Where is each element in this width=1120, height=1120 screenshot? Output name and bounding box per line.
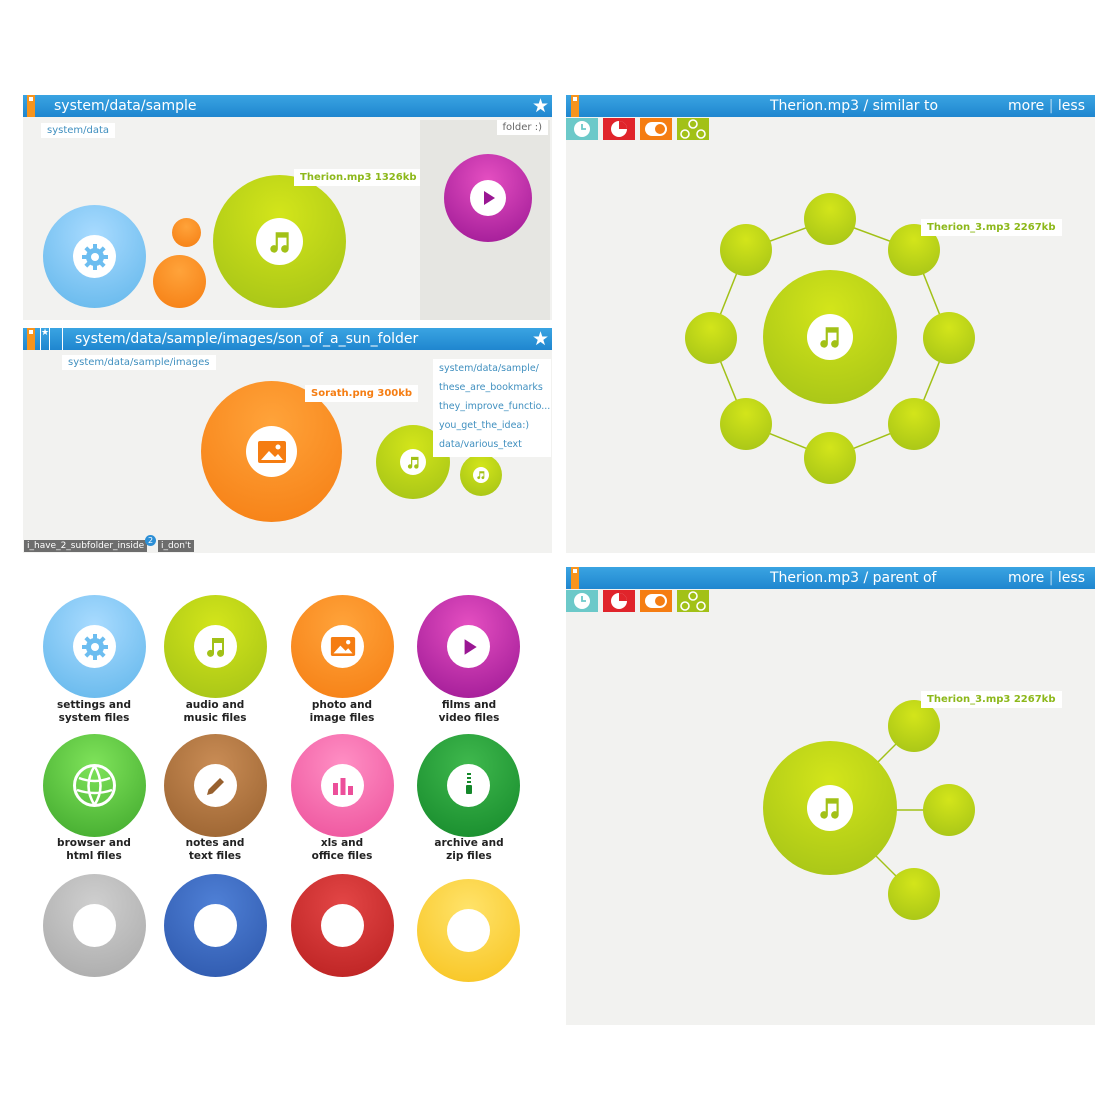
similar-node[interactable] xyxy=(804,432,856,484)
gear-icon xyxy=(73,235,116,278)
small-orange-bubble[interactable] xyxy=(172,218,201,247)
center-audio-bubble[interactable] xyxy=(763,741,897,875)
path-bar: ★ system/data/sample/images/son_of_a_sun… xyxy=(23,328,552,350)
bookmark-star-icon[interactable]: ★ xyxy=(532,329,549,349)
file-tooltip: Therion_3.mp3 2267kb xyxy=(921,219,1062,236)
music-note-icon xyxy=(807,785,853,831)
globe-icon xyxy=(73,764,116,807)
relation-panel-parent: Therion.mp3 / parent of more | less Ther… xyxy=(566,567,1095,1025)
path-title[interactable]: system/data/sample xyxy=(54,95,196,117)
ring-hole xyxy=(194,904,237,947)
similar-node[interactable] xyxy=(804,193,856,245)
audio-file-bubble[interactable] xyxy=(213,175,346,308)
music-note-icon xyxy=(194,625,237,668)
history-tab-icon[interactable] xyxy=(53,328,63,350)
history-tab-icon[interactable]: ★ xyxy=(40,328,50,350)
music-note-icon xyxy=(400,449,426,475)
bookmark-item[interactable]: they_improve_functio... xyxy=(433,397,551,416)
legend-office-bubble xyxy=(291,734,394,837)
video-file-bubble[interactable] xyxy=(444,154,532,242)
legend-label: xls and office files xyxy=(311,837,373,862)
path-bar: system/data/sample ★ xyxy=(23,95,552,117)
image-icon xyxy=(246,426,297,477)
app-logo-icon[interactable] xyxy=(27,328,35,350)
legend-notes-bubble xyxy=(164,734,267,837)
bookmark-item[interactable]: these_are_bookmarks xyxy=(433,378,551,397)
music-note-icon xyxy=(807,314,853,360)
file-type-legend: settings and system files audio and music … xyxy=(0,560,560,990)
bookmark-star-icon[interactable]: ★ xyxy=(532,96,549,116)
bookmark-item[interactable]: data/various_text xyxy=(433,435,551,454)
file-tooltip: Therion.mp3 1326kb xyxy=(294,169,423,186)
bookmarks-list: system/data/sample/ these_are_bookmarks … xyxy=(433,359,551,457)
legend-label: photo and image files xyxy=(309,699,375,724)
file-tooltip: Sorath.png 300kb xyxy=(305,385,419,402)
bar-chart-icon xyxy=(321,764,364,807)
play-icon xyxy=(470,180,506,216)
gear-icon xyxy=(73,625,116,668)
music-note-icon xyxy=(256,218,303,265)
breadcrumb-parent[interactable]: system/data/sample/images xyxy=(62,355,216,370)
center-audio-bubble[interactable] xyxy=(763,270,897,404)
legend-unassigned-bubble xyxy=(43,874,146,977)
legend-audio-bubble xyxy=(164,595,267,698)
ring-hole xyxy=(447,909,490,952)
bookmark-item[interactable]: system/data/sample/ xyxy=(433,359,551,378)
folder-preview[interactable]: folder :) xyxy=(420,120,550,320)
similar-node[interactable] xyxy=(923,312,975,364)
similar-node[interactable] xyxy=(888,398,940,450)
file-view-panel-main: system/data/sample ★ system/data Therion… xyxy=(23,95,552,320)
file-view-panel-images: ★ system/data/sample/images/son_of_a_sun… xyxy=(23,328,552,553)
legend-browser-bubble xyxy=(43,734,146,837)
ring-hole xyxy=(321,904,364,947)
play-icon xyxy=(447,625,490,668)
breadcrumb-parent[interactable]: system/data xyxy=(41,123,116,138)
ring-hole xyxy=(73,904,116,947)
subfolder-tag[interactable]: i_have_2_subfolder_inside xyxy=(24,540,148,552)
settings-folder-bubble[interactable] xyxy=(43,205,146,308)
pencil-icon xyxy=(194,764,237,807)
file-tooltip: Therion_3.mp3 2267kb xyxy=(921,691,1062,708)
subfolder-tag[interactable]: i_don't xyxy=(158,540,194,552)
music-note-icon xyxy=(473,467,489,483)
bookmark-item[interactable]: you_get_the_idea:) xyxy=(433,416,551,435)
legend-video-bubble xyxy=(417,595,520,698)
legend-label: browser and html files xyxy=(57,837,131,862)
legend-unassigned-bubble xyxy=(164,874,267,977)
legend-archive-bubble xyxy=(417,734,520,837)
medium-orange-bubble[interactable] xyxy=(153,255,206,308)
legend-photo-bubble xyxy=(291,595,394,698)
child-node[interactable] xyxy=(923,784,975,836)
image-icon xyxy=(321,625,364,668)
legend-unassigned-bubble xyxy=(417,879,520,982)
similar-node[interactable] xyxy=(720,398,772,450)
legend-label: audio and music files xyxy=(183,699,247,724)
similar-node[interactable] xyxy=(685,312,737,364)
path-title[interactable]: system/data/sample/images/son_of_a_sun_f… xyxy=(75,328,418,350)
relation-panel-similar: Therion.mp3 / similar to more | less The… xyxy=(566,95,1095,553)
audio-file-bubble[interactable] xyxy=(460,454,502,496)
legend-unassigned-bubble xyxy=(291,874,394,977)
legend-label: notes and text files xyxy=(185,837,245,862)
app-logo-icon[interactable] xyxy=(27,95,35,117)
legend-settings-bubble xyxy=(43,595,146,698)
zipper-icon xyxy=(447,764,490,807)
legend-label: archive and zip files xyxy=(434,837,504,862)
legend-label: films and video files xyxy=(438,699,500,724)
subfolder-count-badge: 2 xyxy=(145,535,156,546)
image-file-bubble[interactable] xyxy=(201,381,342,522)
legend-label: settings and system files xyxy=(57,699,131,724)
similar-node[interactable] xyxy=(720,224,772,276)
folder-label: folder :) xyxy=(496,120,548,135)
child-node[interactable] xyxy=(888,868,940,920)
